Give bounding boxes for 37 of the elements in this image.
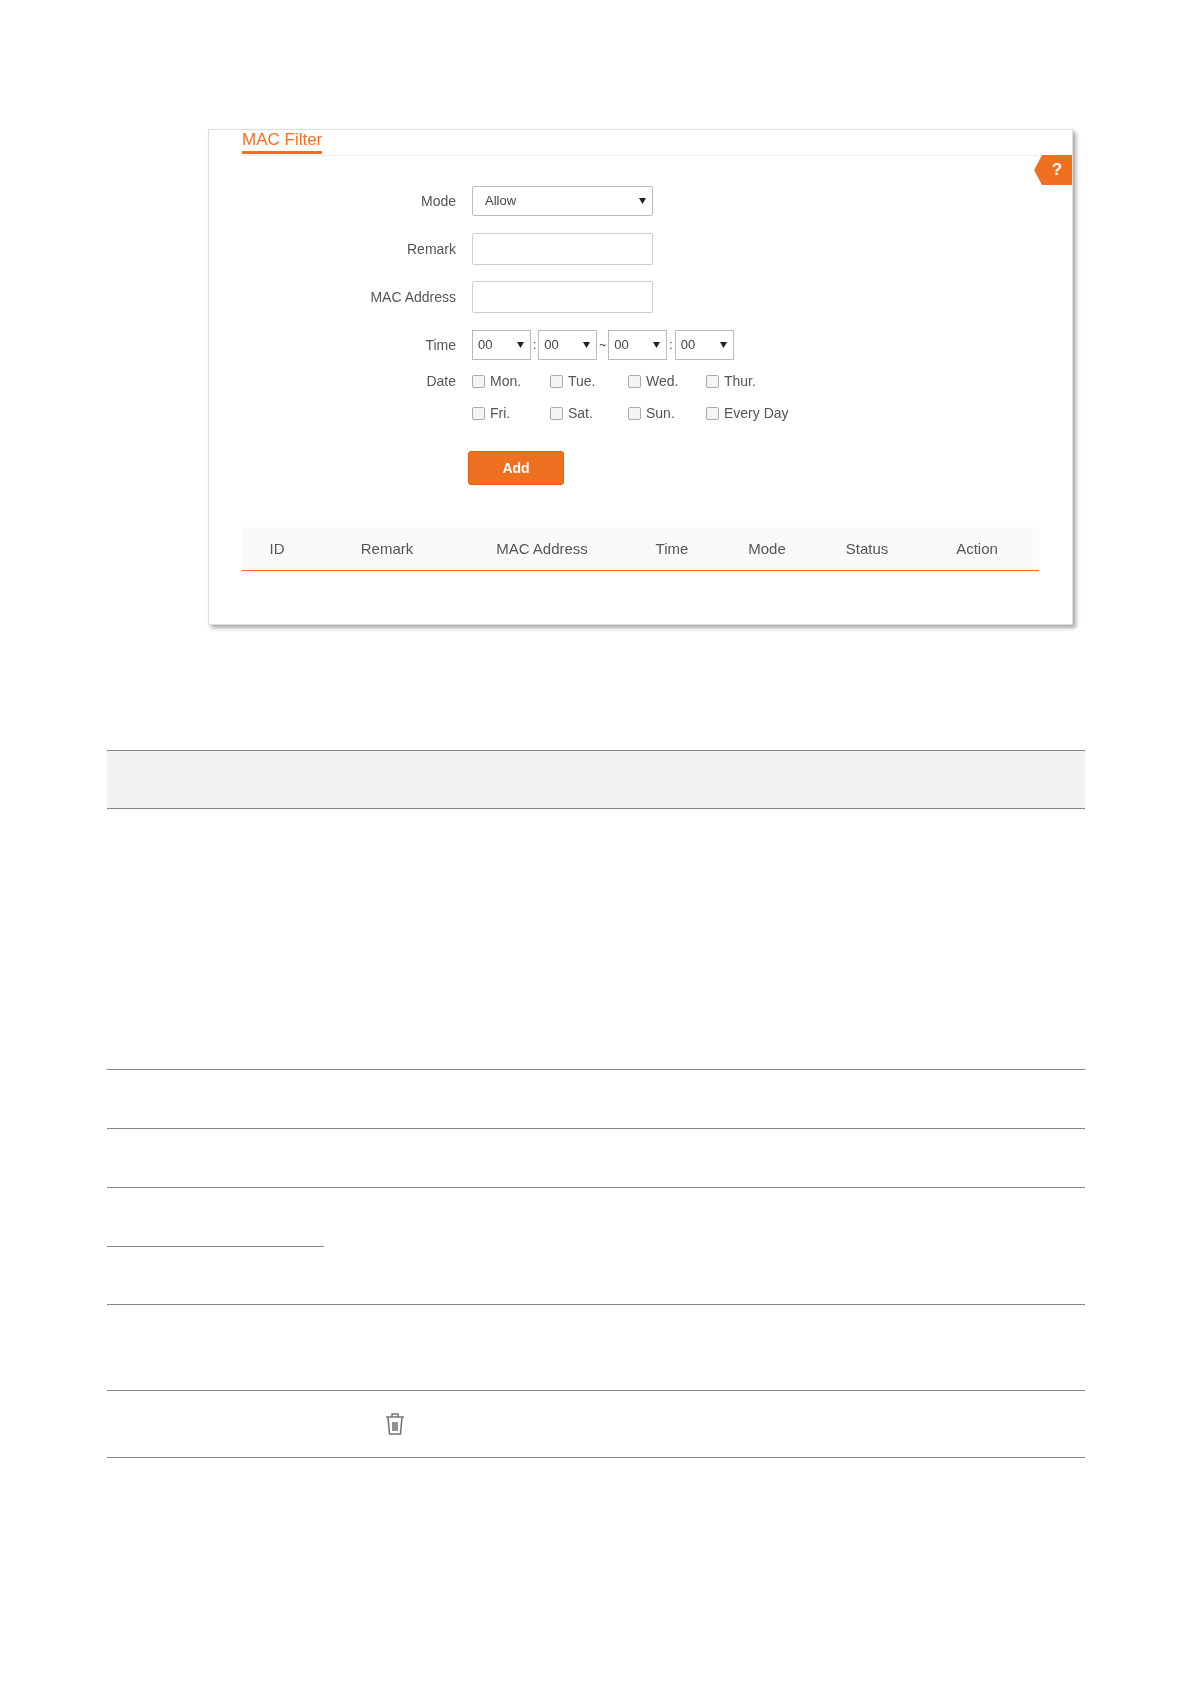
caret-icon: [639, 198, 646, 204]
day-checkbox[interactable]: Sun.: [628, 405, 690, 421]
day-checkbox[interactable]: Fri.: [472, 405, 534, 421]
time-select[interactable]: 00: [608, 330, 668, 360]
field-label: Mode: [419, 193, 457, 209]
day-checkbox[interactable]: Every Day: [706, 405, 789, 421]
column-header: MAC Address: [495, 540, 589, 557]
day-checkbox[interactable]: Mon.: [472, 373, 534, 389]
time-separator: ~: [599, 338, 607, 352]
column-header: Time: [654, 540, 690, 557]
time-separator: :: [669, 338, 673, 352]
field-label: Date: [425, 373, 457, 389]
day-checkbox[interactable]: Wed.: [628, 373, 690, 389]
column-header: Mode: [747, 540, 787, 557]
column-header: Status: [844, 540, 890, 557]
time-separator: :: [533, 338, 537, 352]
day-checkbox[interactable]: Tue.: [550, 373, 612, 389]
column-header: Remark: [359, 540, 415, 557]
remark-field[interactable]: [472, 233, 653, 265]
time-select[interactable]: 00: [674, 330, 734, 360]
day-checkbox[interactable]: Sat.: [550, 405, 612, 421]
column-header: Action: [955, 540, 999, 557]
caret-icon: [653, 342, 661, 348]
panel-title: MAC Filter: [242, 130, 323, 154]
mac-address-field[interactable]: [472, 281, 653, 313]
column-header: ID: [268, 540, 286, 557]
time-select[interactable]: 00: [538, 330, 598, 360]
field-label: Remark: [406, 241, 457, 257]
delete-icon[interactable]: [385, 1412, 405, 1436]
day-checkbox[interactable]: Thur.: [706, 373, 768, 389]
mode-select[interactable]: Allow: [472, 186, 653, 216]
time-select[interactable]: 00: [472, 330, 531, 360]
caret-icon: [583, 342, 591, 348]
field-label: Time: [424, 337, 457, 353]
caret-icon: [517, 342, 524, 348]
field-label: MAC Address: [369, 289, 457, 305]
caret-icon: [719, 342, 727, 348]
